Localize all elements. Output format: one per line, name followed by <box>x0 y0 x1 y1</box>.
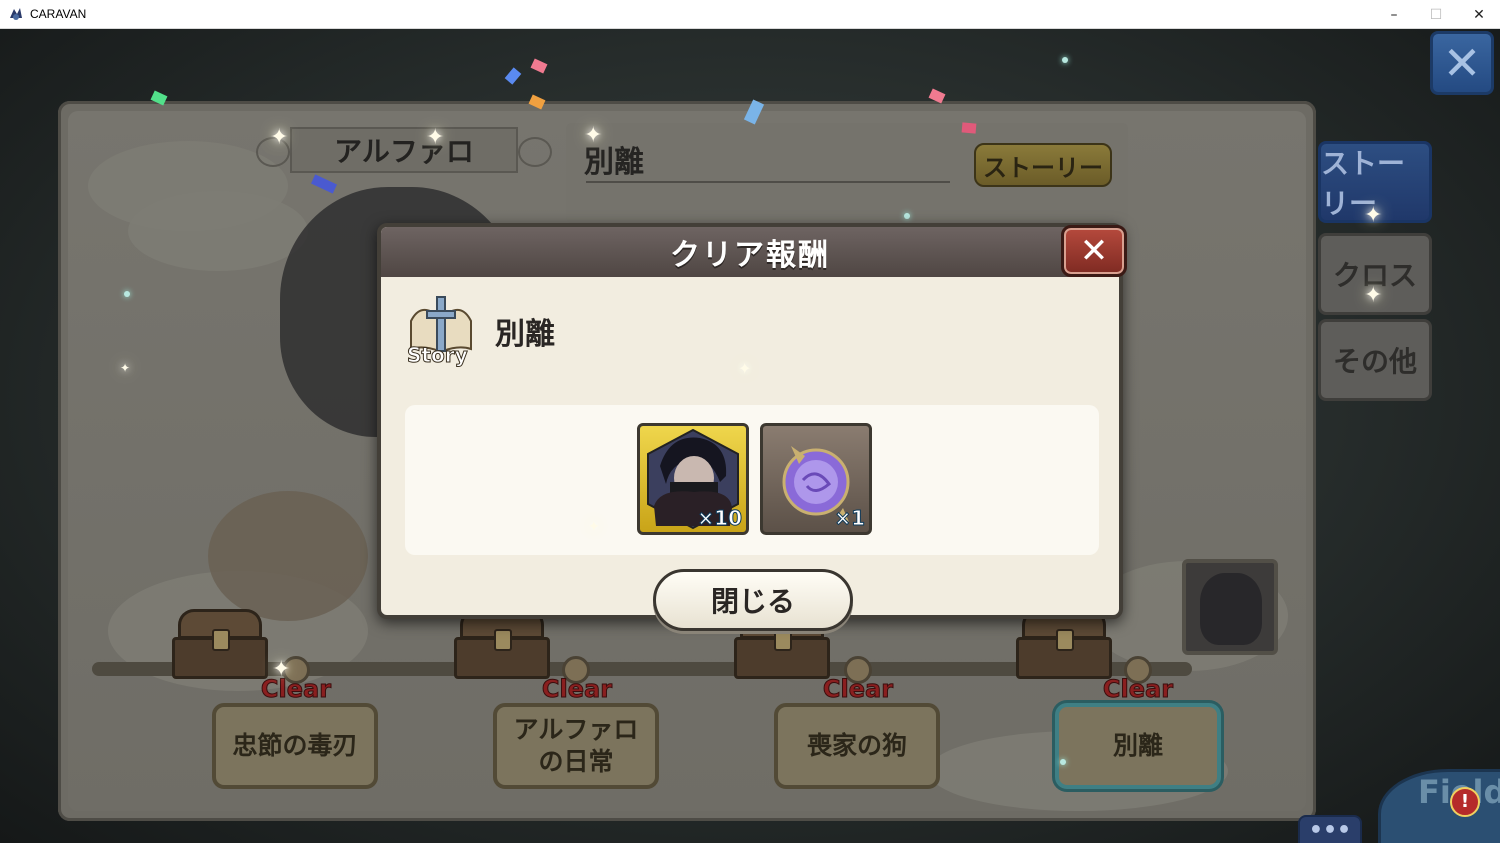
stage-button[interactable]: 忠節の毒刃 <box>212 703 378 789</box>
stage-button-selected[interactable]: 別離 <box>1055 703 1221 789</box>
rock-decoration <box>208 491 368 621</box>
alert-badge: ! <box>1450 787 1480 817</box>
chapter-name-plate: アルファロ <box>256 127 552 173</box>
character-face-icon <box>1200 573 1262 645</box>
dialog-stage-name: 別離 <box>495 317 555 352</box>
dialog-header: クリア報酬 <box>381 227 1119 277</box>
stage-name: 別離 <box>1112 731 1163 760</box>
sparkle-icon: ✦ <box>426 125 445 150</box>
sparkle-icon: ✦ <box>270 125 289 150</box>
window-title: CARAVAN <box>30 7 87 21</box>
treasure-chest-icon[interactable] <box>1016 609 1112 679</box>
treasure-chest-icon[interactable] <box>454 609 550 679</box>
close-icon: ✕ <box>1442 36 1482 90</box>
cloud-decoration <box>128 191 308 271</box>
glint-decoration <box>1060 759 1066 765</box>
glint-decoration <box>124 291 130 297</box>
character-thumbnail[interactable] <box>1182 559 1278 655</box>
stage-name: 喪家の狗 <box>806 731 907 760</box>
sparkle-icon: ✦ <box>738 359 752 378</box>
panel-close-button[interactable]: ✕ <box>1430 31 1494 95</box>
maximize-button[interactable]: ☐ <box>1413 0 1459 29</box>
reward-item[interactable]: ×10 <box>637 423 749 535</box>
rewards-area: ×10 ×1 <box>405 405 1099 555</box>
chapter-name: アルファロ <box>334 135 474 168</box>
reward-count: ×1 <box>834 506 866 531</box>
glint-decoration <box>1062 57 1068 63</box>
story-badge-label: Story <box>407 343 469 368</box>
clear-label: Clear <box>1102 675 1174 704</box>
close-button[interactable]: 閉じる <box>653 569 853 631</box>
sparkle-icon: ✦ <box>1364 283 1383 308</box>
confetti-decoration <box>961 122 977 134</box>
dialog-close-button[interactable]: ✕ <box>1061 225 1127 277</box>
game-viewport: アルファロ 別離 ストーリー ✕ ストーリー クロス その他 Clear Cle… <box>0 29 1500 843</box>
reward-count: ×10 <box>697 506 743 531</box>
treasure-chest-icon[interactable] <box>172 609 268 679</box>
dialog-title: クリア報酬 <box>670 238 830 273</box>
sparkle-icon: ✦ <box>588 519 600 535</box>
sparkle-icon: ✦ <box>120 361 131 375</box>
sparkle-icon: ✦ <box>272 657 291 682</box>
stage-button[interactable]: 喪家の狗 <box>774 703 940 789</box>
stage-name: アルファロ の日常 <box>513 715 639 776</box>
stage-name: 忠節の毒刃 <box>232 731 358 760</box>
sparkle-icon: ✦ <box>584 123 603 148</box>
clear-label: Clear <box>541 675 613 704</box>
more-menu-button[interactable]: ••• <box>1298 815 1362 843</box>
stage-button[interactable]: アルファロ の日常 <box>493 703 659 789</box>
minimize-button[interactable]: – <box>1371 0 1417 29</box>
window-titlebar: CARAVAN – ☐ ✕ <box>0 0 1500 29</box>
glint-decoration <box>904 213 910 219</box>
confetti-decoration <box>504 67 522 85</box>
clear-label: Clear <box>822 675 894 704</box>
story-title-underline <box>586 181 950 183</box>
clear-label: Clear <box>260 675 332 704</box>
app-icon <box>10 8 22 20</box>
close-icon: ✕ <box>1079 231 1109 271</box>
confetti-decoration <box>530 58 548 74</box>
tab-other[interactable]: その他 <box>1318 319 1432 401</box>
sparkle-icon: ✦ <box>1364 203 1383 228</box>
clear-reward-dialog: クリア報酬 ✕ Story 別離 ×10 ×1 閉じる <box>377 223 1127 631</box>
window-close-button[interactable]: ✕ <box>1456 0 1500 29</box>
story-button[interactable]: ストーリー <box>974 143 1112 187</box>
reward-item[interactable]: ×1 <box>760 423 872 535</box>
